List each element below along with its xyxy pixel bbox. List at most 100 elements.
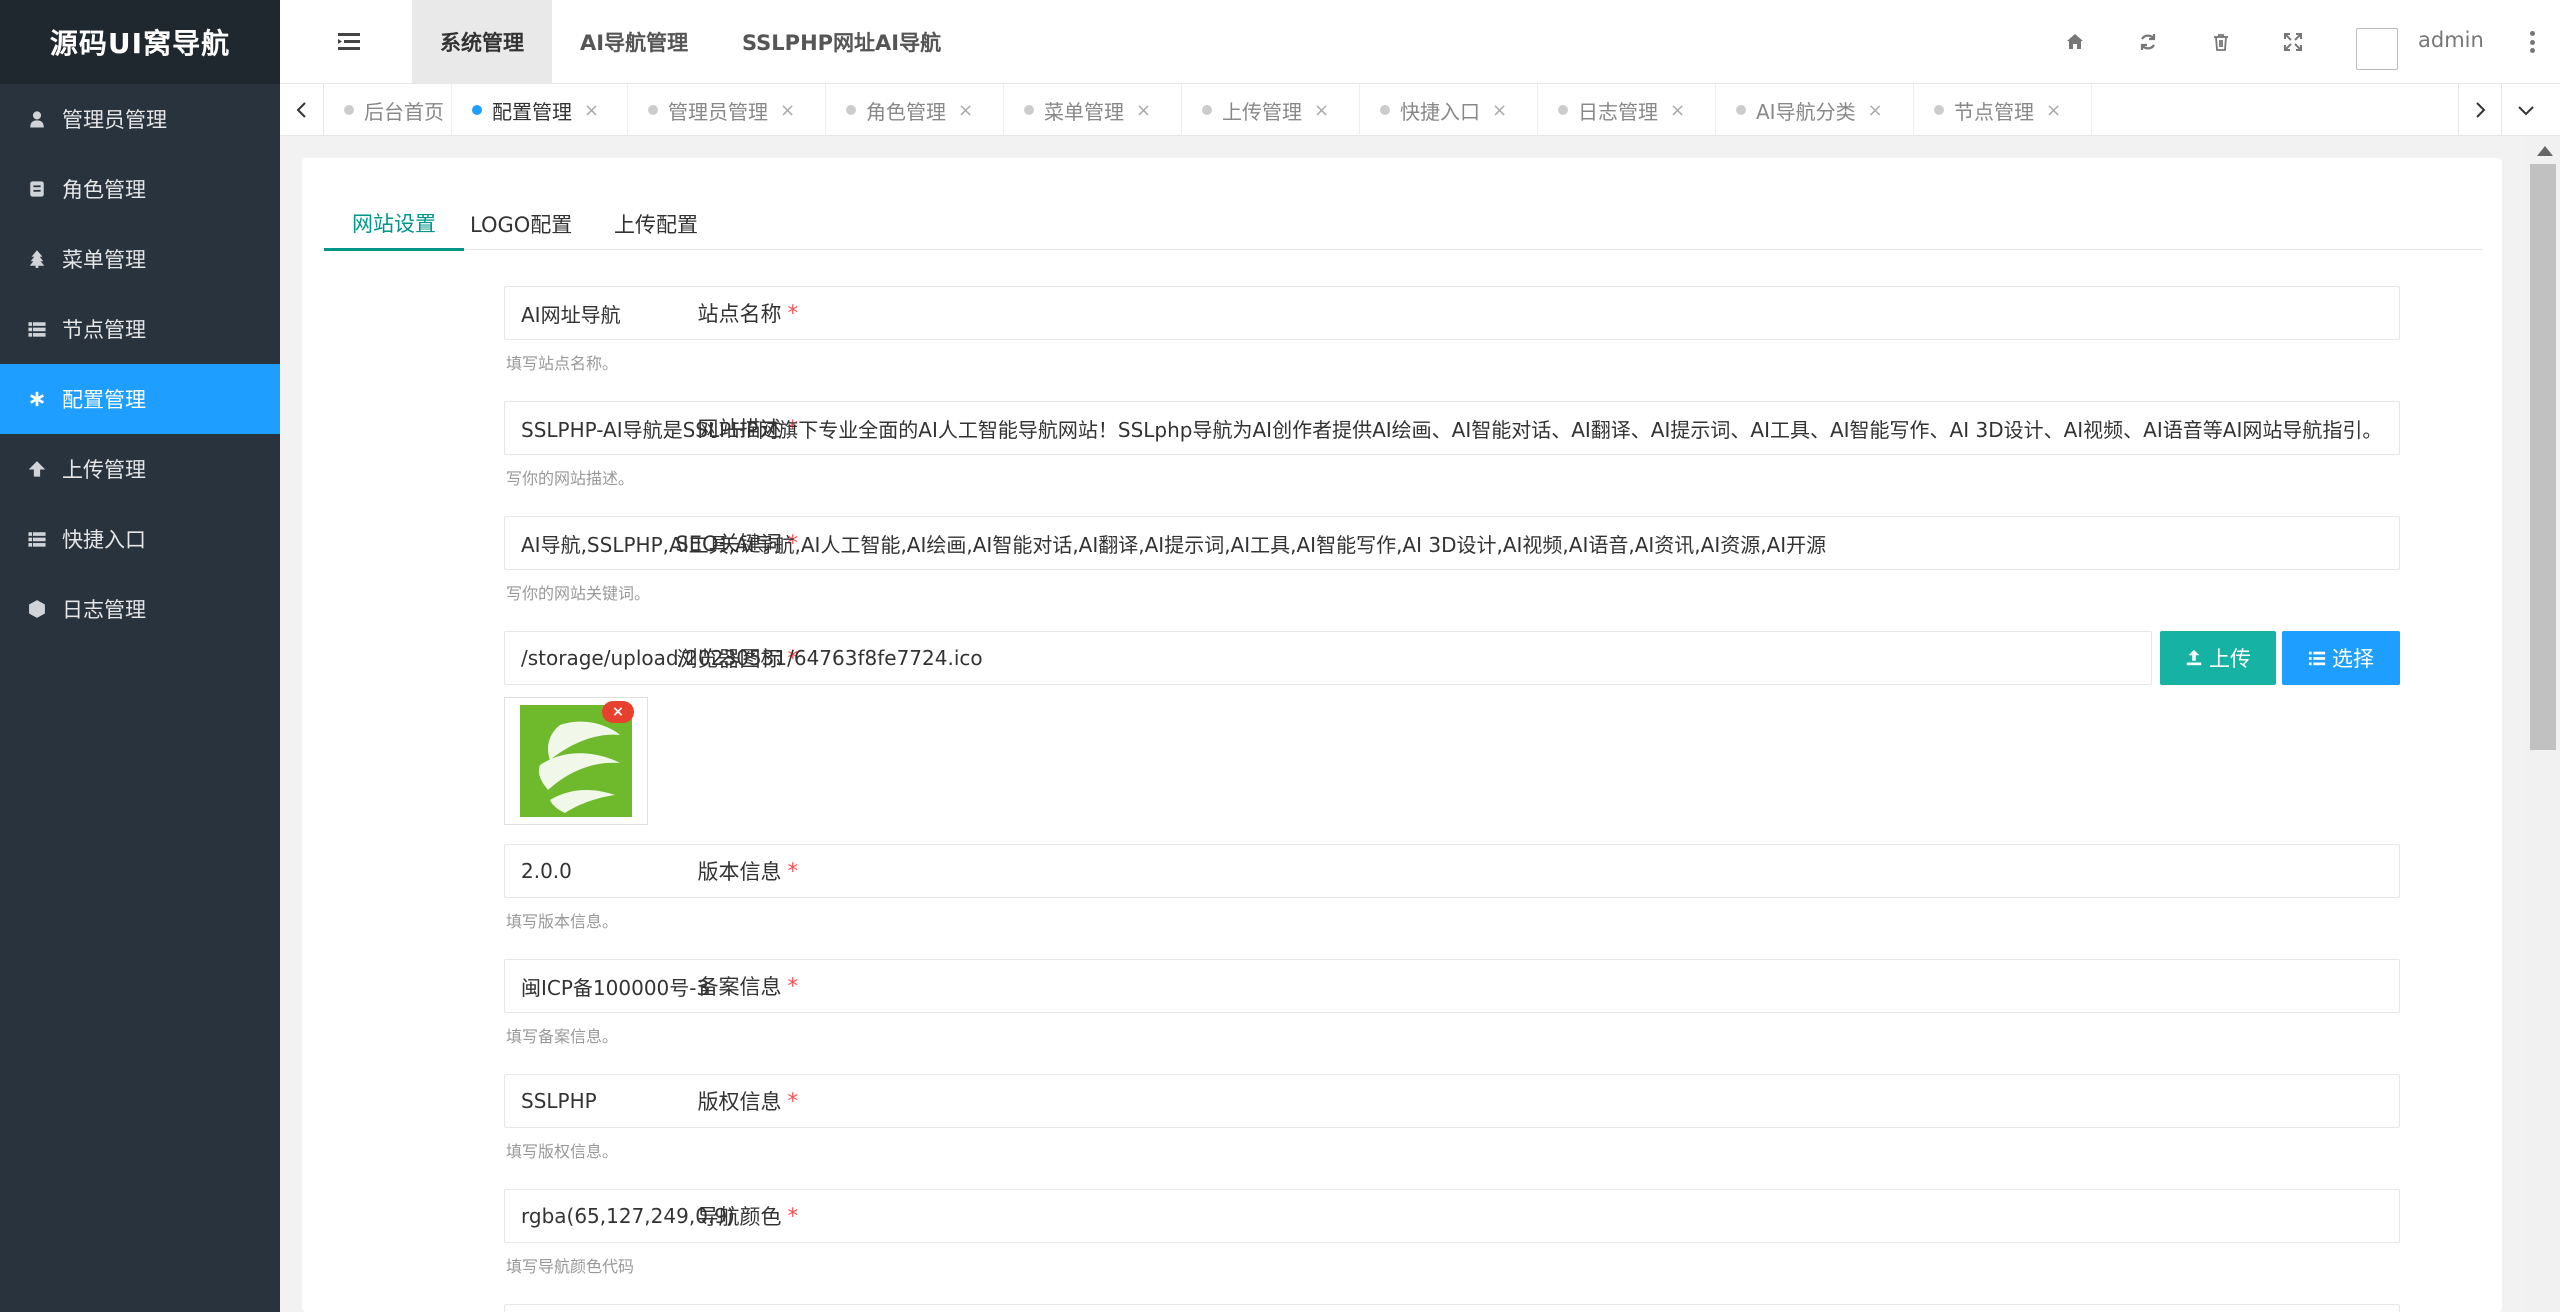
select-button[interactable]: 选择 <box>2282 631 2400 685</box>
sidebar-item-log[interactable]: 日志管理 <box>0 574 280 644</box>
scrollbar-thumb[interactable] <box>2530 164 2556 750</box>
sidebar-item-label: 配置管理 <box>62 388 146 412</box>
site-desc-input[interactable]: SSLPHP-AI导航是SSLPHP网旗下专业全面的AI人工智能导航网站！SSL… <box>504 401 2400 455</box>
page-tab-menu[interactable]: 菜单管理 × <box>1004 84 1182 136</box>
tab-dot <box>472 105 482 115</box>
tab-dot <box>1934 105 1944 115</box>
close-icon[interactable]: × <box>1314 100 1329 121</box>
close-icon[interactable]: × <box>780 100 795 121</box>
username[interactable]: admin <box>2418 28 2484 52</box>
home-icon[interactable] <box>2062 29 2088 55</box>
sidebar-item-label: 角色管理 <box>62 178 146 202</box>
page-tab-admin[interactable]: 管理员管理 × <box>628 84 826 136</box>
list-icon <box>26 528 48 550</box>
tab-dot <box>846 105 856 115</box>
upload-button-label: 上传 <box>2209 647 2251 671</box>
page-tab-log[interactable]: 日志管理 × <box>1538 84 1716 136</box>
close-icon[interactable]: × <box>1492 100 1507 121</box>
page-tab-label: 节点管理 <box>1954 99 2034 124</box>
sidebar-item-label: 菜单管理 <box>62 248 146 272</box>
remove-image-icon[interactable]: × <box>602 701 634 723</box>
scroll-up-arrow-icon[interactable] <box>2537 146 2553 156</box>
avatar[interactable] <box>2356 28 2398 70</box>
page-tab-label: 上传管理 <box>1222 99 1302 124</box>
close-icon[interactable]: × <box>1670 100 1685 121</box>
close-icon[interactable]: × <box>2046 100 2061 121</box>
user-icon <box>26 108 48 130</box>
tab-logo-config[interactable]: LOGO配置 <box>442 198 600 250</box>
close-icon[interactable]: × <box>1868 100 1883 121</box>
nav-color-input[interactable]: rgba(65,127,249,0.9) <box>504 1189 2400 1243</box>
sidebar-item-label: 管理员管理 <box>62 108 167 132</box>
chevron-right-icon[interactable] <box>2458 84 2502 136</box>
page-tab-label: 角色管理 <box>866 99 946 124</box>
copyright-input[interactable]: SSLPHP <box>504 1074 2400 1128</box>
sidebar-item-shortcut[interactable]: 快捷入口 <box>0 504 280 574</box>
sidebar-item-admin[interactable]: 管理员管理 <box>0 84 280 154</box>
tab-dot <box>1024 105 1034 115</box>
page-tab-role[interactable]: 角色管理 × <box>826 84 1004 136</box>
nav-tab-system[interactable]: 系统管理 <box>412 0 552 84</box>
page-tab-label: 后台首页 <box>364 99 444 124</box>
version-hint: 填写版本信息。 <box>506 912 619 931</box>
sidebar-item-menu[interactable]: 菜单管理 <box>0 224 280 294</box>
page-tab-home[interactable]: 后台首页 <box>324 84 452 136</box>
page-tab-label: 菜单管理 <box>1044 99 1124 124</box>
role-icon <box>26 178 48 200</box>
log-icon <box>26 598 48 620</box>
app-logo[interactable]: 源码UI窝导航 <box>0 0 280 84</box>
close-icon[interactable]: × <box>958 100 973 121</box>
sidebar-item-label: 节点管理 <box>62 318 146 342</box>
next-field-input[interactable] <box>504 1304 2400 1312</box>
page-tab-label: 日志管理 <box>1578 99 1658 124</box>
tab-dot <box>1736 105 1746 115</box>
nav-tab-ai-nav[interactable]: AI导航管理 <box>580 0 688 84</box>
refresh-icon[interactable] <box>2135 29 2161 55</box>
tab-dot <box>1558 105 1568 115</box>
page-tab-bar: 后台首页 配置管理 × 管理员管理 × 角色管理 × 菜单管理 × 上传管理 × 快捷入口… <box>280 84 2560 136</box>
trash-icon[interactable] <box>2208 29 2234 55</box>
sidebar-item-upload[interactable]: 上传管理 <box>0 434 280 504</box>
sidebar-item-config[interactable]: 配置管理 <box>0 364 280 434</box>
page-tab-label: AI导航分类 <box>1756 99 1856 124</box>
upload-icon <box>2186 649 2202 666</box>
nav-tab-sslphp[interactable]: SSLPHP网址AI导航 <box>742 0 941 84</box>
page-tab-label: 配置管理 <box>492 99 572 124</box>
tab-dot <box>1202 105 1212 115</box>
tab-dot <box>648 105 658 115</box>
close-icon[interactable]: × <box>584 100 599 121</box>
list-icon <box>2308 651 2326 666</box>
sidebar-item-node[interactable]: 节点管理 <box>0 294 280 364</box>
fullscreen-icon[interactable] <box>2280 29 2306 55</box>
sidebar-item-label: 快捷入口 <box>62 528 146 552</box>
sidebar-item-label: 日志管理 <box>62 598 146 622</box>
menu-toggle-icon[interactable] <box>336 29 362 55</box>
page-tab-node[interactable]: 节点管理 × <box>1914 84 2092 136</box>
tab-dot <box>1380 105 1390 115</box>
chevron-down-icon[interactable] <box>2504 84 2548 136</box>
more-vertical-icon[interactable] <box>2526 28 2538 56</box>
tab-upload-config[interactable]: 上传配置 <box>586 198 726 250</box>
chevron-left-icon[interactable] <box>280 84 324 136</box>
sidebar: 源码UI窝导航 管理员管理 角色管理 菜单管理 节点管理 配置管理 上传管理 快… <box>0 0 280 1312</box>
site-name-input[interactable]: AI网址导航 <box>504 286 2400 340</box>
upload-button[interactable]: 上传 <box>2160 631 2276 685</box>
form-tabs: 网站设置 LOGO配置 上传配置 <box>324 198 2482 251</box>
page-tab-ai-category[interactable]: AI导航分类 × <box>1716 84 1914 136</box>
top-header: 系统管理 AI导航管理 SSLPHP网址AI导航 admin <box>280 0 2560 84</box>
sidebar-item-role[interactable]: 角色管理 <box>0 154 280 224</box>
tab-dot <box>344 105 354 115</box>
page-tab-shortcut[interactable]: 快捷入口 × <box>1360 84 1538 136</box>
nav-color-hint: 填写导航颜色代码 <box>506 1257 635 1276</box>
copyright-hint: 填写版权信息。 <box>506 1142 619 1161</box>
favicon-path-input[interactable]: /storage/upload/20230531/64763f8fe7724.i… <box>504 631 2152 685</box>
icp-input[interactable]: 闽ICP备100000号-3 <box>504 959 2400 1013</box>
gear-icon <box>26 388 48 410</box>
page-tab-config[interactable]: 配置管理 × <box>452 84 628 136</box>
seo-keywords-input[interactable]: AI导航,SSLPHP,AI工具,AI导航,AI人工智能,AI绘画,AI智能对话… <box>504 516 2400 570</box>
page-tab-upload[interactable]: 上传管理 × <box>1182 84 1360 136</box>
arrow-up-icon <box>26 458 48 480</box>
page-tab-label: 快捷入口 <box>1400 99 1480 124</box>
close-icon[interactable]: × <box>1136 100 1151 121</box>
version-input[interactable]: 2.0.0 <box>504 844 2400 898</box>
